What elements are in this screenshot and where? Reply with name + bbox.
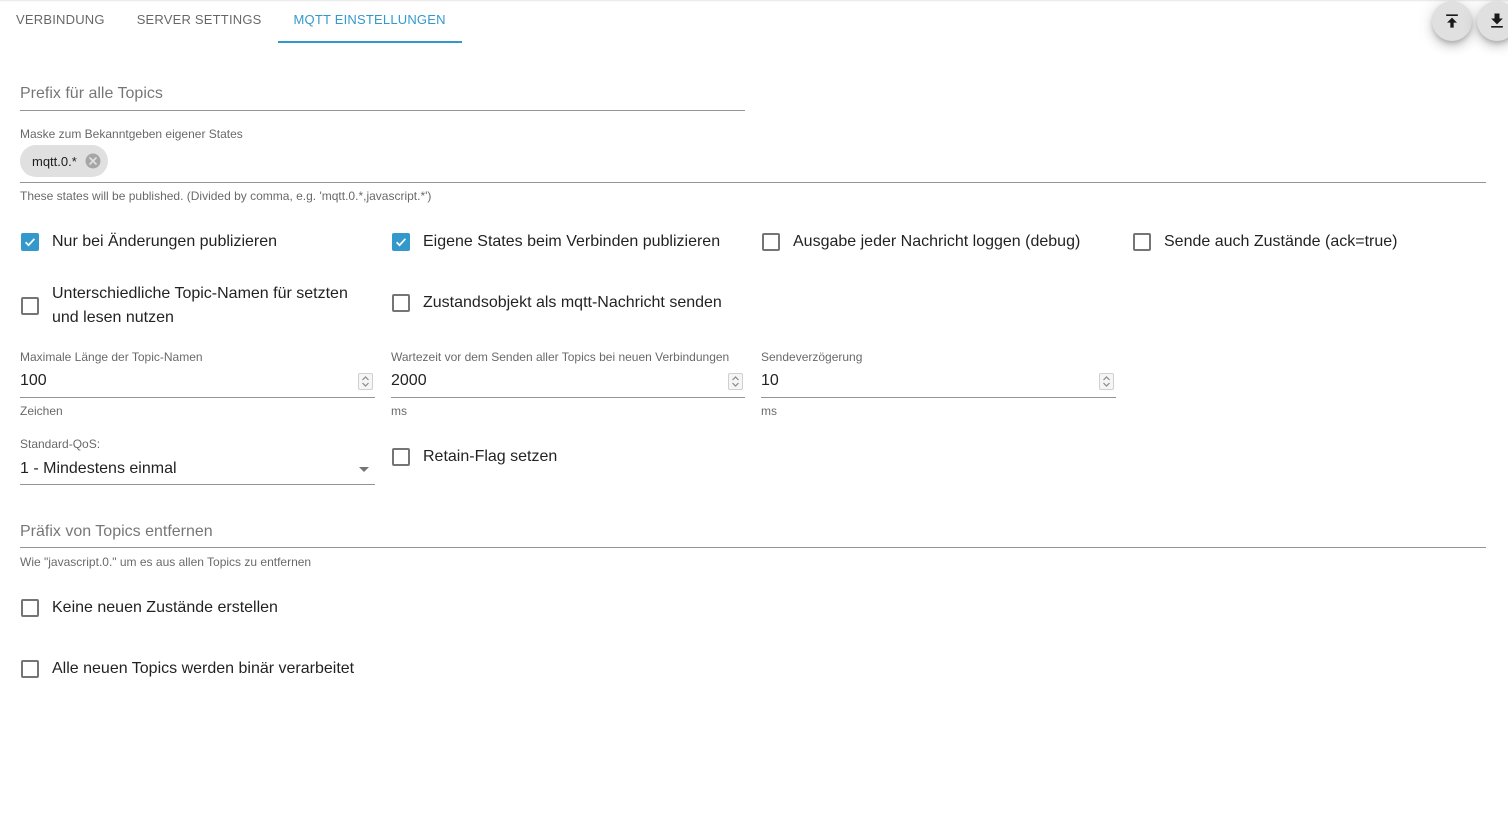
checkbox-label: Alle neuen Topics werden binär verarbeit… bbox=[52, 660, 355, 677]
checkbox-unchecked-icon bbox=[21, 297, 39, 315]
wait-time-value[interactable]: 2000 bbox=[391, 372, 427, 390]
checkbox-only-changes[interactable]: Nur bei Änderungen publizieren bbox=[21, 230, 277, 254]
checkbox-unchecked-icon bbox=[21, 660, 39, 678]
chip-delete-icon[interactable] bbox=[84, 152, 102, 170]
checkbox-label: Unterschiedliche Topic-Namen für setzten… bbox=[52, 282, 348, 330]
qos-selected-value: 1 - Mindestens einmal bbox=[20, 460, 177, 477]
checkbox-binary-topics[interactable]: Alle neuen Topics werden binär verarbeit… bbox=[21, 657, 354, 681]
checkbox-label: Eigene States beim Verbinden publizieren bbox=[423, 233, 721, 250]
spinner-icon[interactable] bbox=[358, 373, 373, 390]
underline bbox=[761, 397, 1116, 398]
mask-label: Maske zum Bekanntgeben eigener States bbox=[20, 127, 243, 141]
checkbox-label: Zustandsobjekt als mqtt-Nachricht senden bbox=[423, 294, 722, 311]
tab-server-settings[interactable]: SERVER SETTINGS bbox=[121, 0, 278, 43]
wait-time-label: Wartezeit vor dem Senden aller Topics be… bbox=[391, 350, 730, 364]
remove-prefix-input[interactable] bbox=[20, 523, 1486, 541]
checkbox-label: Ausgabe jeder Nachricht loggen (debug) bbox=[793, 233, 1081, 250]
mask-underline bbox=[20, 182, 1486, 183]
checkbox-label-line2: und lesen nutzen bbox=[52, 309, 174, 326]
download-icon bbox=[1491, 13, 1503, 28]
spinner-icon[interactable] bbox=[1099, 373, 1114, 390]
prefix-underline bbox=[20, 110, 745, 111]
tab-verbindung[interactable]: VERBINDUNG bbox=[0, 0, 121, 43]
checkbox-unchecked-icon bbox=[21, 599, 39, 617]
send-delay-value[interactable]: 10 bbox=[761, 372, 779, 390]
spinner-icon[interactable] bbox=[728, 373, 743, 390]
send-delay-unit: ms bbox=[761, 404, 777, 418]
checkbox-label: Sende auch Zustände (ack=true) bbox=[1164, 233, 1398, 250]
upload-button[interactable] bbox=[1432, 1, 1472, 41]
mask-chip-label: mqtt.0.* bbox=[32, 153, 77, 169]
prefix-input[interactable] bbox=[20, 85, 745, 103]
dropdown-arrow-icon bbox=[359, 467, 369, 472]
checkbox-label: Nur bei Änderungen publizieren bbox=[52, 233, 278, 250]
max-topic-length-label: Maximale Länge der Topic-Namen bbox=[20, 350, 203, 364]
wait-time-unit: ms bbox=[391, 404, 407, 418]
download-button[interactable] bbox=[1477, 1, 1508, 41]
wait-time-field[interactable]: 2000 bbox=[391, 370, 745, 398]
checkbox-publish-own-states[interactable]: Eigene States beim Verbinden publizieren bbox=[392, 230, 720, 254]
checkbox-no-new-states[interactable]: Keine neuen Zustände erstellen bbox=[21, 596, 278, 620]
remove-prefix-underline bbox=[20, 547, 1486, 548]
remove-prefix-field bbox=[20, 523, 1486, 549]
checkbox-retain-flag[interactable]: Retain-Flag setzen bbox=[392, 445, 557, 469]
checkbox-send-ack[interactable]: Sende auch Zustände (ack=true) bbox=[1133, 230, 1397, 254]
mask-helper-text: These states will be published. (Divided… bbox=[20, 189, 432, 203]
upload-to-top-icon bbox=[1446, 14, 1458, 28]
checkbox-unchecked-icon bbox=[392, 448, 410, 466]
qos-select[interactable]: 1 - Mindestens einmal bbox=[20, 457, 375, 485]
remove-prefix-helper: Wie "javascript.0." um es aus allen Topi… bbox=[20, 555, 312, 569]
checkbox-unchecked-icon bbox=[762, 233, 780, 251]
checkbox-label: Keine neuen Zustände erstellen bbox=[52, 599, 278, 616]
checkbox-unchecked-icon bbox=[392, 294, 410, 312]
checkbox-label-line1: Unterschiedliche Topic-Namen für setzten bbox=[52, 285, 348, 302]
checkbox-log-debug[interactable]: Ausgabe jeder Nachricht loggen (debug) bbox=[762, 230, 1080, 254]
tab-bar: VERBINDUNG SERVER SETTINGS MQTT EINSTELL… bbox=[0, 0, 462, 43]
checkbox-different-topic-names[interactable]: Unterschiedliche Topic-Namen für setzten… bbox=[21, 282, 348, 330]
tab-mqtt-einstellungen[interactable]: MQTT EINSTELLUNGEN bbox=[277, 0, 462, 43]
max-topic-length-field[interactable]: 100 bbox=[20, 370, 375, 398]
checkbox-unchecked-icon bbox=[1133, 233, 1151, 251]
checkbox-checked-icon bbox=[392, 233, 410, 251]
underline bbox=[391, 397, 745, 398]
qos-label: Standard-QoS: bbox=[20, 437, 101, 451]
checkbox-label: Retain-Flag setzen bbox=[423, 448, 558, 465]
checkbox-checked-icon bbox=[21, 233, 39, 251]
send-delay-field[interactable]: 10 bbox=[761, 370, 1116, 398]
mask-chip[interactable]: mqtt.0.* bbox=[20, 145, 108, 177]
max-topic-length-unit: Zeichen bbox=[20, 404, 63, 418]
max-topic-length-value[interactable]: 100 bbox=[20, 372, 47, 390]
checkbox-state-object[interactable]: Zustandsobjekt als mqtt-Nachricht senden bbox=[392, 291, 722, 315]
send-delay-label: Sendeverzögerung bbox=[761, 350, 863, 364]
prefix-field bbox=[20, 85, 745, 111]
underline bbox=[20, 484, 375, 485]
underline bbox=[20, 397, 375, 398]
